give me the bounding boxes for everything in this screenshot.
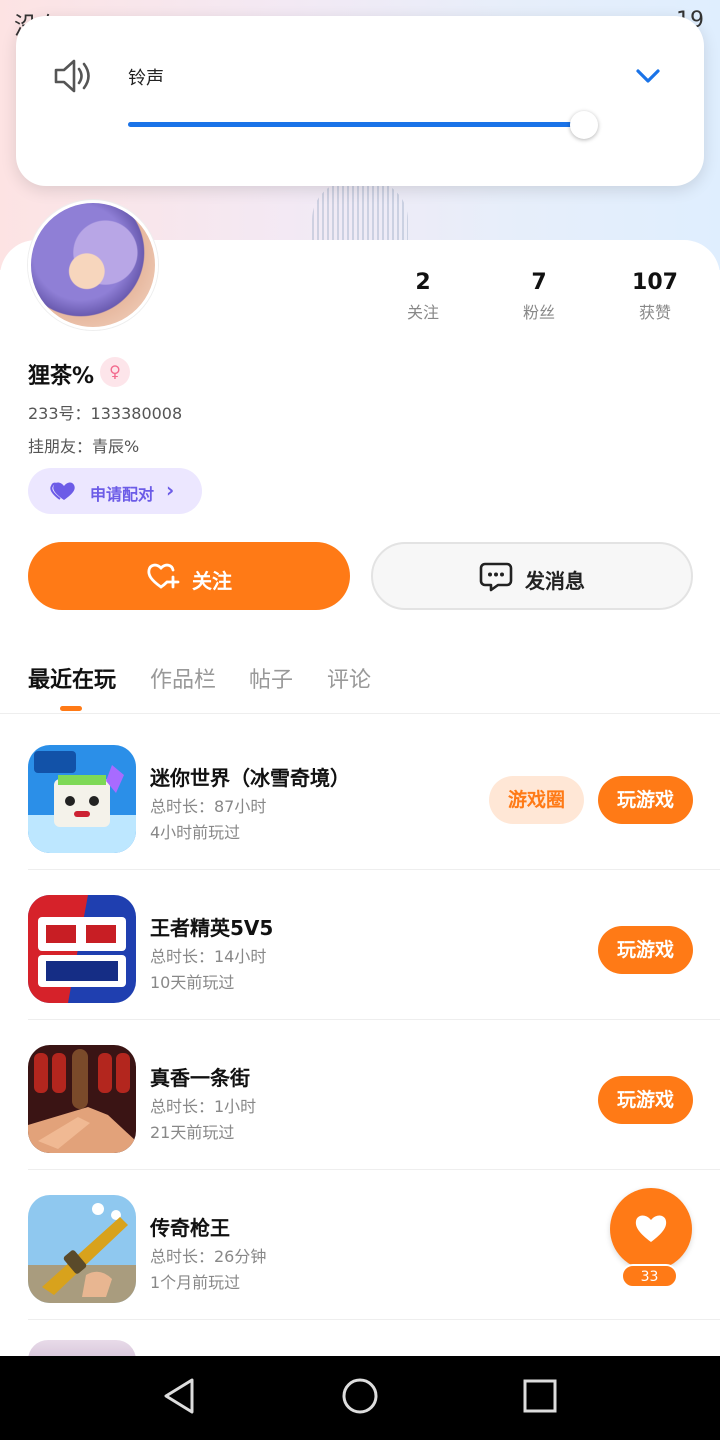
send-message-label: 发消息 [525,569,585,593]
follow-label: 关注 [192,569,232,593]
game-icon-street-food [28,1045,136,1153]
list-item[interactable]: 迷你世界（冰雪奇境） 总时长：87小时 4小时前玩过 游戏圈 玩游戏 [0,720,720,870]
volume-label: 铃声 [128,68,164,89]
avatar[interactable] [28,200,158,330]
stat-fans-label: 粉丝 [522,303,555,322]
stat-likes-label: 获赞 [638,303,671,322]
game-duration: 总时长：14小时 [150,947,267,966]
tab-works[interactable]: 作品栏 [150,662,216,694]
game-title: 王者精英5V5 [150,916,274,940]
volume-slider-thumb[interactable] [570,111,598,139]
user-id: 233号：133380008 [28,404,183,423]
stat-following-value: 2 [415,270,431,295]
volume-slider-fill [128,122,575,127]
game-last-played: 10天前玩过 [150,973,235,992]
like-count-badge: 33 [621,1264,678,1288]
recent-apps-icon[interactable] [522,1378,558,1414]
tab-recent-played[interactable]: 最近在玩 [28,662,116,694]
divider [28,1319,720,1320]
friend-info: 挂朋友：青辰% [28,437,140,456]
stat-likes-value: 107 [632,270,678,295]
volume-slider[interactable] [128,122,584,127]
list-item[interactable]: 王者精英5V5 总时长：14小时 10天前玩过 玩游戏 [0,870,720,1020]
chat-bubble-icon [479,562,513,592]
apply-match-label: 申请配对 [90,485,155,504]
list-item[interactable]: 传奇枪王 总时长：26分钟 1个月前玩过 [0,1170,720,1320]
game-icon-king-elite [28,895,136,1003]
game-last-played: 21天前玩过 [150,1123,235,1142]
volume-panel: 铃声 [16,16,704,186]
game-title: 传奇枪王 [150,1216,230,1240]
game-duration: 总时长：26分钟 [150,1247,267,1266]
send-message-button[interactable]: 发消息 [371,542,693,610]
stat-fans[interactable]: 7 粉丝 [489,270,589,323]
game-title: 真香一条街 [150,1066,250,1090]
game-last-played: 1个月前玩过 [150,1273,241,1292]
tab-posts[interactable]: 帖子 [249,662,293,694]
game-last-played: 4小时前玩过 [150,823,241,842]
list-item[interactable]: 真香一条街 总时长：1小时 21天前玩过 玩游戏 [0,1020,720,1170]
stat-likes[interactable]: 107 获赞 [605,270,705,323]
stat-fans-value: 7 [531,270,547,295]
home-icon[interactable] [340,1376,380,1416]
game-icon-legend-gun-king [28,1195,136,1303]
heart-plus-icon [147,563,180,589]
play-game-button[interactable]: 玩游戏 [598,1076,693,1124]
heart-icon [635,1215,667,1242]
speaker-icon[interactable] [50,54,94,98]
tab-comments[interactable]: 评论 [327,662,371,694]
game-icon-mini-world [28,745,136,853]
chevron-down-icon[interactable] [632,64,664,88]
back-icon[interactable] [162,1376,198,1416]
play-game-button[interactable]: 玩游戏 [598,776,693,824]
game-duration: 总时长：87小时 [150,797,267,816]
double-heart-icon [50,482,75,500]
apply-match-button[interactable]: 申请配对 › [28,468,202,514]
like-floating-button[interactable] [610,1188,692,1270]
female-icon: ♀ [100,357,130,387]
stat-following[interactable]: 2 关注 [373,270,473,323]
game-circle-button[interactable]: 游戏圈 [489,776,584,824]
active-tab-indicator [60,706,82,711]
game-duration: 总时长：1小时 [150,1097,257,1116]
game-title: 迷你世界（冰雪奇境） [150,766,350,790]
follow-button[interactable]: 关注 [28,542,350,610]
chevron-right-icon: › [166,478,175,502]
username: 狸茶% [28,364,95,389]
stat-following-label: 关注 [406,303,439,322]
system-navigation-bar [0,1356,720,1440]
play-game-button[interactable]: 玩游戏 [598,926,693,974]
content-tabs: 最近在玩 作品栏 帖子 评论 [0,660,720,714]
